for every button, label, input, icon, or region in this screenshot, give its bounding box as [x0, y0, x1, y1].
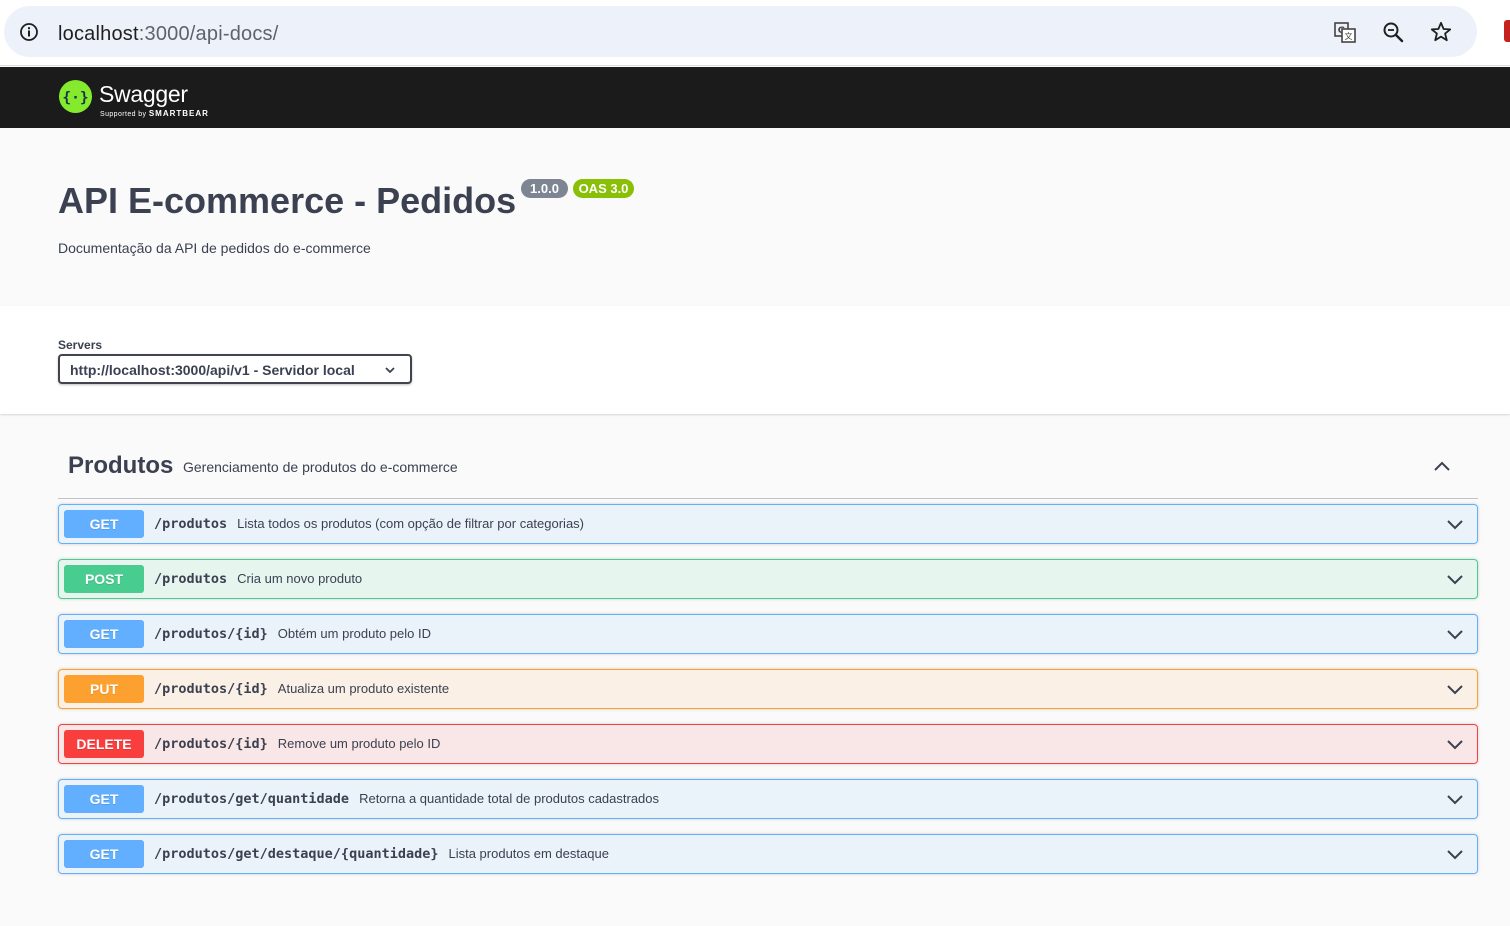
tag-name: Produtos [68, 452, 174, 479]
operation-path-line: /produtos Lista todos os produtos (com op… [154, 516, 584, 532]
servers-select[interactable]: http://localhost:3000/api/v1 - Servidor … [58, 354, 412, 384]
method-badge: POST [64, 565, 144, 593]
smartbear-tagline: Supported by SMARTBEAR [100, 109, 209, 118]
version-badge: 1.0.0 [521, 179, 568, 198]
operation-summary: Retorna a quantidade total de produtos c… [359, 791, 660, 806]
operation-path: /produtos/{id} [154, 626, 268, 642]
zoom-icon[interactable] [1381, 20, 1405, 44]
operation-get-produto-by-id[interactable]: GET /produtos/{id} Obtém um produto pelo … [58, 614, 1478, 654]
method-badge: GET [64, 510, 144, 538]
operation-path-line: /produtos/{id} Obtém um produto pelo ID [154, 626, 431, 642]
method-badge: GET [64, 840, 144, 868]
api-description: Documentação da API de pedidos do e-comm… [58, 240, 371, 256]
tag-header-produtos[interactable]: Produtos Gerenciamento de produtos do e-… [58, 438, 1478, 499]
method-badge: DELETE [64, 730, 144, 758]
chevron-down-icon[interactable] [1445, 680, 1465, 700]
svg-text:{·}: {·} [62, 89, 88, 106]
operation-path: /produtos [154, 571, 228, 587]
operation-path: /produtos/get/destaque/{quantidade} [154, 846, 439, 862]
operation-post-produtos[interactable]: POST /produtos Cria um novo produto [58, 559, 1478, 599]
servers-label: Servers [58, 338, 103, 352]
tag-description: Gerenciamento de produtos do e-commerce [183, 459, 458, 475]
servers-section: Servers http://localhost:3000/api/v1 - S… [0, 306, 1510, 414]
info-icon[interactable] [19, 22, 39, 42]
method-badge: PUT [64, 675, 144, 703]
operation-path-line: /produtos/get/quantidade Retorna a quanti… [154, 791, 659, 807]
browser-toolbar: localhost:3000/api-docs/ G 文 [0, 0, 1510, 66]
servers-selected-value: http://localhost:3000/api/v1 - Servidor … [70, 362, 355, 378]
chevron-down-icon[interactable] [1445, 570, 1465, 590]
oas-badge: OAS 3.0 [573, 179, 634, 198]
chevron-down-icon[interactable] [1445, 515, 1465, 535]
address-bar[interactable]: localhost:3000/api-docs/ G 文 [4, 6, 1477, 57]
operation-path-line: /produtos/get/destaque/{quantidade} Lista… [154, 846, 609, 862]
operation-get-quantidade[interactable]: GET /produtos/get/quantidade Retorna a qu… [58, 779, 1478, 819]
swagger-topbar: {·} Swagger Supported by SMARTBEAR [0, 67, 1510, 128]
operation-path: /produtos/{id} [154, 736, 268, 752]
chevron-down-icon [385, 367, 395, 374]
operation-put-produto[interactable]: PUT /produtos/{id} Atualiza um produto ex… [58, 669, 1478, 709]
operation-summary: Cria um novo produto [237, 571, 363, 586]
swagger-logo-text: Swagger [99, 81, 188, 107]
api-info: API E-commerce - Pedidos 1.0.0 OAS 3.0 D… [0, 128, 1510, 306]
operation-path: /produtos/get/quantidade [154, 791, 350, 807]
url-host: localhost [58, 23, 139, 45]
operation-path: /produtos/{id} [154, 681, 268, 697]
operation-get-produtos[interactable]: GET /produtos Lista todos os produtos (co… [58, 504, 1478, 544]
operation-path-line: /produtos/{id} Remove um produto pelo ID [154, 736, 440, 752]
operation-path: /produtos [154, 516, 228, 532]
swagger-logo-icon[interactable]: {·} [58, 79, 93, 114]
operation-summary: Lista todos os produtos (com opção de fi… [237, 516, 584, 531]
operation-get-destaque[interactable]: GET /produtos/get/destaque/{quantidade} L… [58, 834, 1478, 874]
translate-icon[interactable]: G 文 [1333, 20, 1357, 44]
chevron-up-icon[interactable] [1432, 456, 1452, 476]
operation-summary: Atualiza um produto existente [277, 681, 450, 696]
method-badge: GET [64, 785, 144, 813]
tagline-prefix: Supported by [100, 111, 147, 118]
svg-text:文: 文 [1345, 31, 1353, 41]
operation-path-line: /produtos/{id} Atualiza um produto existe… [154, 681, 449, 697]
url-path: :3000/api-docs/ [138, 23, 279, 45]
operation-path-line: /produtos Cria um novo produto [154, 571, 362, 587]
page-title: API E-commerce - Pedidos [58, 180, 517, 221]
extension-icon[interactable] [1504, 20, 1510, 42]
chevron-down-icon[interactable] [1445, 625, 1465, 645]
operation-summary: Remove um produto pelo ID [277, 736, 441, 751]
operation-summary: Lista produtos em destaque [448, 846, 609, 861]
tagline-brand: SMARTBEAR [148, 109, 209, 118]
chevron-down-icon[interactable] [1445, 735, 1465, 755]
chevron-down-icon[interactable] [1445, 790, 1465, 810]
operation-summary: Obtém um produto pelo ID [277, 626, 431, 641]
star-icon[interactable] [1429, 20, 1453, 44]
method-badge: GET [64, 620, 144, 648]
operation-delete-produto[interactable]: DELETE /produtos/{id} Remove um produto p… [58, 724, 1478, 764]
chevron-down-icon[interactable] [1445, 845, 1465, 865]
url-text[interactable]: localhost:3000/api-docs/ [58, 23, 279, 46]
